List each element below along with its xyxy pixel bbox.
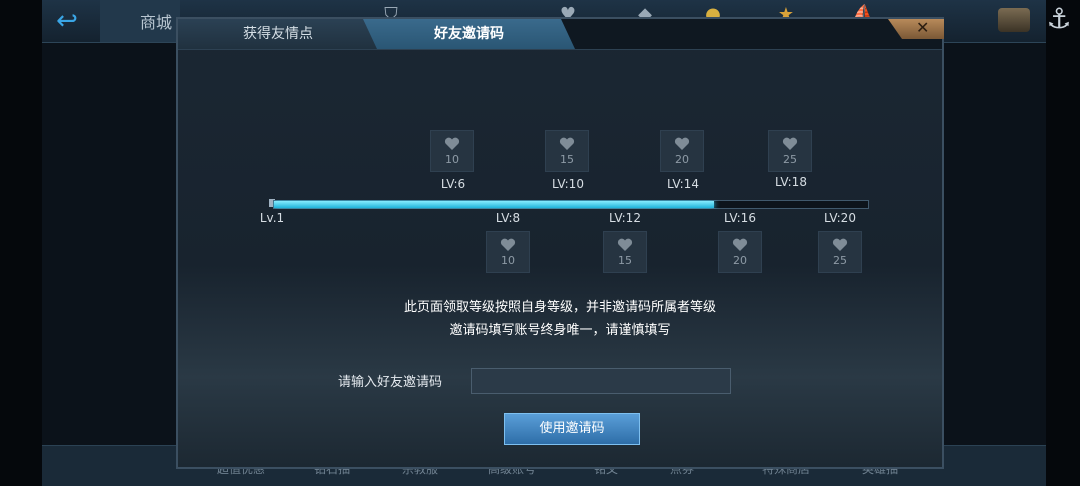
reward-box[interactable]: 20 [660,130,704,172]
use-invite-code-button[interactable]: 使用邀请码 [504,413,640,445]
tab-friendship-points[interactable]: 获得友情点 [178,19,378,49]
start-level-label: Lv.1 [259,211,285,225]
close-button[interactable]: ✕ [888,19,944,39]
reward-box[interactable]: 10 [430,130,474,172]
heart-icon [674,137,690,151]
treasure-chest-icon[interactable] [998,8,1030,32]
tab-label: 获得友情点 [243,26,313,42]
level-progress-bar [273,200,869,209]
reward-value: 20 [675,153,689,166]
reward-box[interactable]: 10 [486,231,530,273]
tab-label: 好友邀请码 [434,26,504,42]
level-label: LV:16 [724,211,756,225]
level-label: LV:12 [609,211,641,225]
reward-value: 25 [833,254,847,267]
reward-box[interactable]: 25 [768,130,812,172]
reward-value: 15 [618,254,632,267]
heart-icon [732,238,748,252]
tab-invite-code[interactable]: 好友邀请码 [363,19,575,49]
dialog-header: 获得友情点 好友邀请码 ✕ [178,19,944,50]
invite-code-input[interactable] [471,368,731,394]
store-tab[interactable]: 商城 [100,0,180,42]
heart-icon [832,238,848,252]
back-arrow-icon[interactable]: ↩ [50,6,84,38]
level-label: LV:18 [775,175,807,189]
reward-box[interactable]: 15 [545,130,589,172]
level-label: LV:20 [824,211,856,225]
level-progress-fill [274,201,714,208]
reward-value: 15 [560,153,574,166]
notice-level-rule: 此页面领取等级按照自身等级，并非邀请码所属者等级 [403,300,716,315]
heart-icon [444,137,460,151]
invite-code-label: 请输入好友邀请码 [338,375,443,390]
reward-value: 25 [783,153,797,166]
background-edge-left [0,0,42,486]
heart-icon [500,238,516,252]
heart-icon [617,238,633,252]
heart-icon [782,137,798,151]
close-icon: ✕ [916,18,930,37]
level-label: LV:14 [667,177,699,191]
anchor-icon[interactable]: ⚓ [1044,2,1074,42]
reward-value: 10 [445,153,459,166]
invite-code-dialog: 获得友情点 好友邀请码 ✕ 10 15 20 25 LV:6 LV:10 LV:… [176,17,944,469]
heart-icon [559,137,575,151]
level-label: LV:10 [552,177,584,191]
reward-box[interactable]: 25 [818,231,862,273]
store-tab-label: 商城 [140,13,173,32]
reward-value: 20 [733,254,747,267]
level-label: LV:6 [440,177,466,191]
reward-box[interactable]: 20 [718,231,762,273]
reward-value: 10 [501,254,515,267]
reward-box[interactable]: 15 [603,231,647,273]
background-edge-right [1046,0,1080,486]
level-label: LV:8 [495,211,521,225]
notice-one-time-rule: 邀请码填写账号终身唯一，请谨慎填写 [449,323,671,338]
